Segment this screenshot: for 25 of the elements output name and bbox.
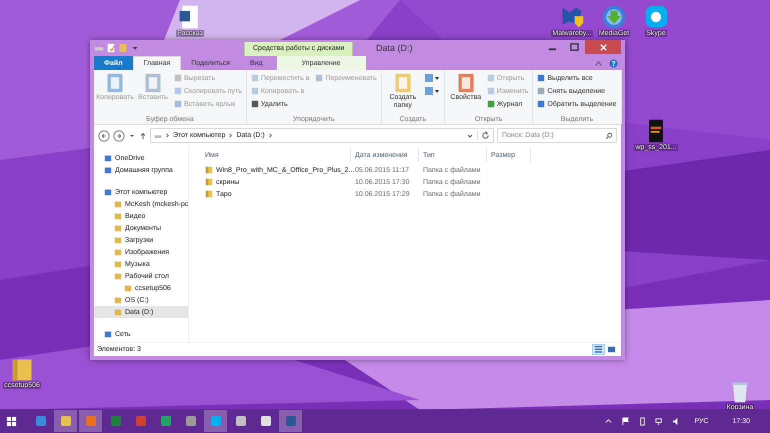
download-icon[interactable]	[601, 4, 627, 30]
folder-icon	[205, 166, 213, 174]
help-icon[interactable]	[609, 58, 618, 68]
close-button[interactable]	[585, 40, 621, 54]
maximize-icon	[570, 42, 578, 52]
dropdown-icon[interactable]	[466, 132, 474, 140]
window-title: Data (D:)	[376, 43, 413, 53]
network-icon[interactable]	[655, 416, 664, 426]
flag-icon[interactable]	[621, 416, 630, 426]
forward-icon[interactable]	[113, 130, 125, 142]
folder-icon	[205, 190, 213, 198]
chevron-icon[interactable]	[165, 132, 170, 139]
collapse-ribbon-icon[interactable]	[594, 58, 603, 68]
battery-icon[interactable]	[638, 416, 648, 426]
up-arrow-icon[interactable]	[139, 132, 147, 140]
close-icon	[598, 42, 608, 52]
chevron-up-icon[interactable]	[604, 416, 614, 426]
folder-icon	[205, 178, 213, 186]
chevron-icon[interactable]	[228, 132, 234, 139]
refresh-icon[interactable]	[477, 131, 490, 140]
details-view-button[interactable]	[592, 344, 605, 355]
start-icon[interactable]	[6, 416, 17, 426]
back-icon[interactable]	[98, 130, 110, 142]
tiles-view-button[interactable]	[605, 344, 618, 355]
chevron-icon[interactable]	[268, 132, 273, 139]
